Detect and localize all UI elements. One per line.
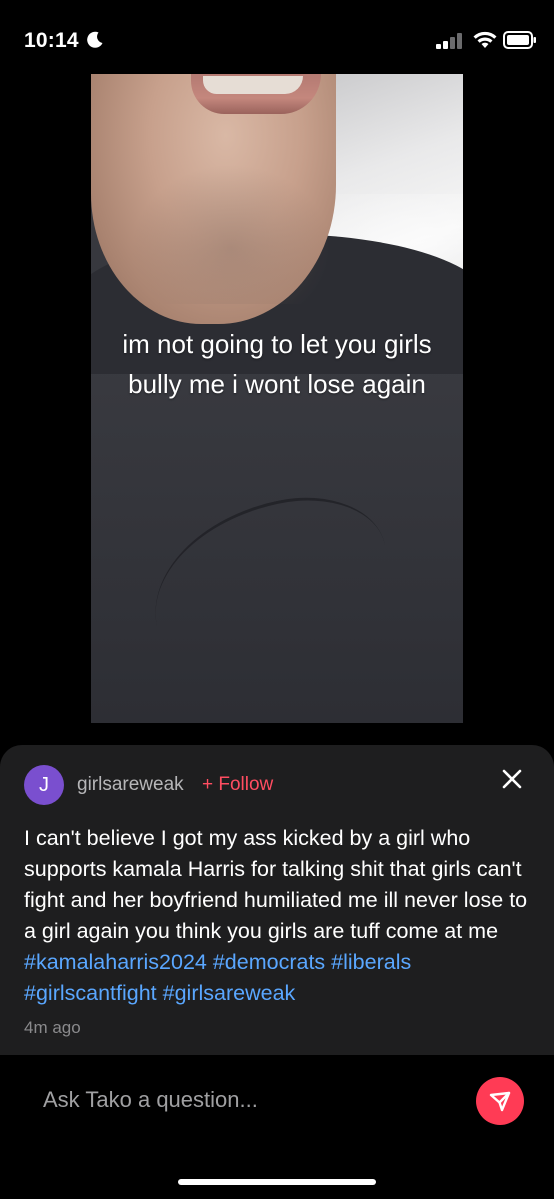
hashtag-kamalaharris2024[interactable]: #kamalaharris2024 xyxy=(24,950,207,974)
hashtag-girlsareweak[interactable]: #girlsareweak xyxy=(163,981,296,1005)
send-button[interactable] xyxy=(476,1077,524,1125)
close-icon[interactable] xyxy=(500,767,524,791)
moon-icon xyxy=(87,31,103,48)
caption-line-2: bully me i wont lose again xyxy=(128,369,426,399)
hashtag-girlscantfight[interactable]: #girlscantfight xyxy=(24,981,157,1005)
status-bar: 10:14 xyxy=(0,0,554,74)
send-icon xyxy=(489,1091,511,1112)
hashtag-liberals[interactable]: #liberals xyxy=(331,950,411,974)
ask-input[interactable]: Ask Tako a question... xyxy=(43,1087,258,1113)
video-player[interactable]: im not going to let you girls bully me i… xyxy=(91,74,463,723)
battery-icon xyxy=(503,31,536,49)
video-caption: im not going to let you girls bully me i… xyxy=(91,324,463,404)
comment-text: I can't believe I got my ass kicked by a… xyxy=(24,826,528,943)
home-indicator[interactable] xyxy=(178,1179,376,1185)
timestamp: 4m ago xyxy=(24,1018,81,1037)
status-time: 10:14 xyxy=(24,29,79,52)
follow-button[interactable]: + Follow xyxy=(202,774,273,796)
wifi-icon xyxy=(473,31,497,48)
video-stubble xyxy=(131,164,331,304)
comment-card: J girlsareweak + Follow I can't believe … xyxy=(0,745,554,1055)
comment-body: I can't believe I got my ass kicked by a… xyxy=(24,823,534,1009)
ask-bar: Ask Tako a question... xyxy=(0,1055,554,1199)
caption-line-1: im not going to let you girls xyxy=(122,329,432,359)
hashtag-democrats[interactable]: #democrats xyxy=(213,950,325,974)
username[interactable]: girlsareweak xyxy=(77,774,184,796)
signal-icon xyxy=(436,33,462,49)
video-teeth xyxy=(203,76,303,94)
avatar[interactable]: J xyxy=(24,765,64,805)
